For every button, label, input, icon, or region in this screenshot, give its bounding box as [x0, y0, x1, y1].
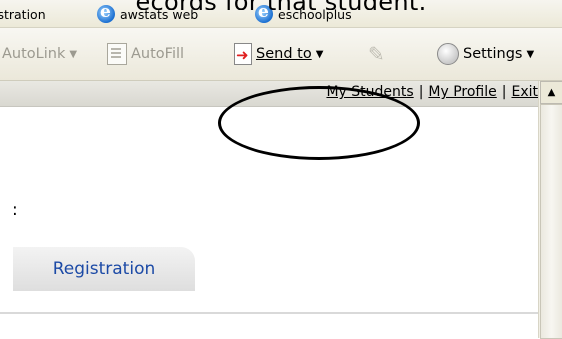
scroll-up-arrow-icon[interactable]: ▲ [540, 81, 562, 104]
chevron-down-icon[interactable]: ▼ [69, 49, 77, 60]
autolink-label: AutoLink [2, 46, 66, 62]
caption-text: ecords for that student. [0, 0, 562, 10]
chevron-down-icon[interactable]: ▼ [526, 49, 534, 60]
send-to-button[interactable]: Send to ▼ [234, 28, 323, 80]
autofill-button[interactable]: AutoFill [107, 28, 184, 80]
settings-button[interactable]: Settings ▼ [437, 28, 534, 80]
autolink-button[interactable]: AutoLink ▼ [2, 28, 77, 80]
tab-divider [0, 312, 538, 314]
tab-registration-label: Registration [52, 259, 156, 279]
exit-link[interactable]: Exit [511, 84, 538, 100]
tab-registration[interactable]: Registration [13, 247, 195, 291]
browser-toolbar: AutoLink ▼ AutoFill Send to ▼ ✎ Settings… [0, 28, 562, 81]
send-to-label: Send to [256, 46, 312, 62]
settings-label: Settings [463, 46, 523, 62]
highlight-button[interactable]: ✎ [368, 28, 385, 80]
autofill-label: AutoFill [131, 46, 185, 62]
header-links: My Students | My Profile | Exit [326, 84, 538, 100]
my-students-link[interactable]: My Students [326, 84, 413, 100]
send-to-icon [234, 43, 252, 65]
chevron-down-icon[interactable]: ▼ [316, 49, 324, 60]
vertical-scrollbar[interactable]: ▲ [538, 81, 562, 339]
my-profile-link[interactable]: My Profile [428, 84, 496, 100]
separator: | [501, 84, 507, 100]
autofill-icon [107, 43, 127, 65]
scroll-thumb[interactable] [540, 104, 562, 339]
pencil-icon: ✎ [368, 42, 385, 66]
page-header-strip: My Students | My Profile | Exit [0, 81, 538, 107]
separator: | [418, 84, 424, 100]
field-label-fragment: : [12, 200, 18, 220]
settings-icon [437, 43, 459, 65]
